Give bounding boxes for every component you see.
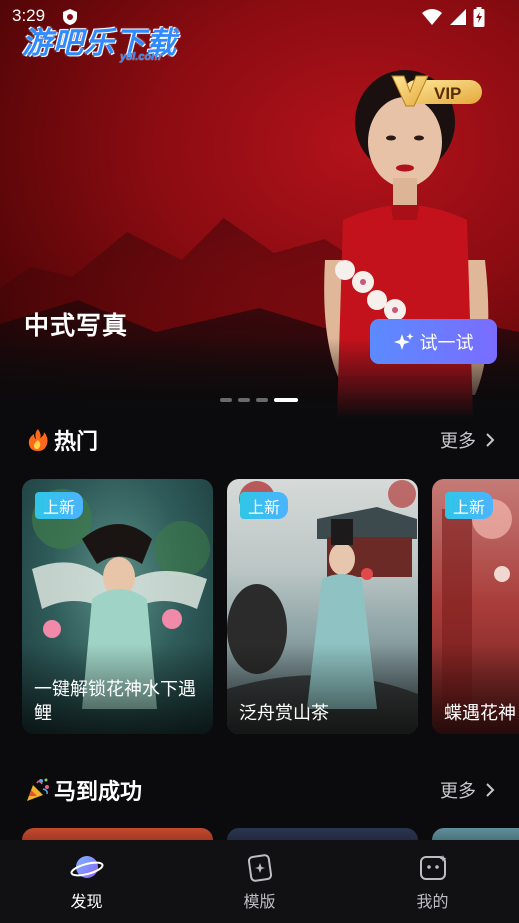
hero-banner[interactable]: 3:29 游吧乐下载 y8l.com VIP 中式写真 试一试 [0, 0, 519, 418]
hot-card-list[interactable]: 上新 一键解锁花神水下遇鲤 上新 泛舟赏山茶 上新 蝶遇花神 [22, 479, 519, 735]
banner-title: 中式写真 [24, 311, 129, 340]
banner-pagination [220, 398, 298, 402]
success-section-header: 马到成功 更多 [24, 774, 496, 806]
party-popper-icon [24, 776, 52, 804]
try-button[interactable]: 试一试 [370, 319, 497, 364]
template-card[interactable]: 上新 泛舟赏山茶 [227, 479, 418, 734]
nav-templates-label: 模版 [243, 892, 276, 911]
sparkle-icon [393, 332, 413, 350]
planet-icon [69, 856, 104, 878]
success-more-label: 更多 [440, 781, 476, 802]
hot-more-label: 更多 [440, 431, 476, 452]
template-card[interactable]: 上新 一键解锁花神水下遇鲤 [22, 479, 213, 734]
template-card[interactable]: 上新 蝶遇花神 [432, 479, 519, 734]
bottom-navigation: 发现 模版 我的 [0, 840, 519, 923]
status-icons [421, 7, 485, 27]
vip-badge-icon: VIP [391, 75, 482, 107]
nav-discover[interactable]: 发现 [27, 852, 147, 912]
watermark-url: y8l.com [120, 51, 161, 63]
card-title: 泛舟赏山茶 [239, 703, 329, 724]
success-section-label: 马到成功 [54, 780, 143, 805]
try-button-label: 试一试 [419, 332, 474, 354]
success-section-title: 马到成功 [24, 774, 142, 806]
new-tag: 上新 [35, 492, 84, 519]
template-icon [247, 854, 272, 882]
nav-discover-label: 发现 [70, 892, 103, 911]
pagination-dot-active[interactable] [274, 398, 298, 402]
fire-icon [24, 426, 52, 454]
chevron-right-icon [486, 783, 495, 797]
pagination-dot[interactable] [256, 398, 268, 402]
hot-section-label: 热门 [54, 430, 99, 455]
hot-more-link[interactable]: 更多 [440, 427, 496, 453]
svg-text:VIP: VIP [434, 84, 461, 103]
hot-section-header: 热门 更多 [24, 424, 496, 456]
wifi-icon [422, 9, 442, 25]
nav-profile[interactable]: 我的 [373, 852, 493, 912]
hot-section-title: 热门 [24, 424, 98, 456]
new-tag: 上新 [240, 492, 289, 519]
card-title: 一键解锁花神水下遇鲤 [34, 679, 196, 724]
success-more-link[interactable]: 更多 [440, 777, 496, 803]
pagination-dot[interactable] [238, 398, 250, 402]
chevron-right-icon [486, 433, 495, 447]
nav-templates[interactable]: 模版 [200, 852, 320, 912]
card-title: 蝶遇花神 [444, 703, 516, 724]
new-tag: 上新 [445, 492, 494, 519]
nav-profile-label: 我的 [416, 892, 449, 911]
profile-icon [419, 855, 446, 880]
pagination-dot[interactable] [220, 398, 232, 402]
signal-icon [450, 9, 466, 25]
battery-icon [473, 7, 485, 27]
